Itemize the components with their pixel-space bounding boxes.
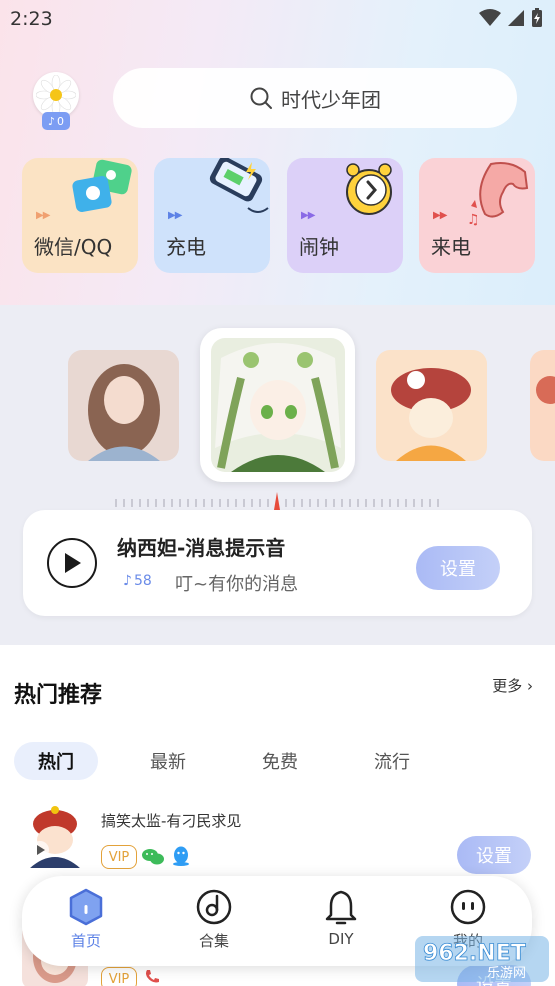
music-note-icon: ♪ [123, 573, 132, 589]
battery-icon [532, 8, 542, 27]
nav-label: 首页 [70, 932, 101, 950]
section-title: 热门推荐 [14, 683, 103, 708]
status-icons [479, 8, 543, 28]
nav-label: 合集 [198, 932, 229, 950]
cover-preview-image [530, 350, 555, 461]
wechat-icon [142, 849, 164, 865]
disc-icon [196, 889, 232, 925]
play-indicator-icon: ▶▶ [433, 210, 447, 221]
girl-portrait-image [68, 350, 179, 461]
tab-popular[interactable]: 流行 [352, 742, 432, 780]
wifi-icon [479, 9, 501, 26]
category-charging[interactable]: ▶▶ 充电 [154, 158, 270, 273]
set-ringtone-button[interactable]: 设置 [416, 546, 500, 590]
search-icon [250, 87, 272, 109]
vip-badge: VIP [101, 845, 137, 869]
phone-charging-icon [209, 158, 269, 213]
nav-item-collection[interactable]: 合集 [174, 888, 254, 958]
play-count: ♪ 58 [123, 573, 152, 589]
daisy-icon [36, 75, 76, 115]
status-time: 2:23 [10, 8, 53, 30]
play-overlay-icon [31, 841, 49, 859]
tab-hot[interactable]: 热门 [14, 742, 98, 780]
bell-icon [325, 890, 357, 925]
play-icon [65, 553, 81, 573]
play-count-value: 58 [133, 573, 152, 589]
carousel-pointer-icon [274, 492, 280, 510]
tab-latest[interactable]: 最新 [128, 742, 208, 780]
more-label: 更多 [492, 677, 523, 695]
cover-item-right[interactable] [376, 350, 487, 461]
eunuch-thumbnail [22, 802, 88, 868]
signal-icon [508, 10, 524, 26]
category-incoming-call[interactable]: ♫ ▶▶ 来电 [419, 158, 535, 273]
vip-badge: VIP [101, 967, 137, 986]
chevron-right-icon: › [527, 677, 533, 695]
now-playing-card: 纳西妲-消息提示音 ♪ 58 叮~有你的消息 设置 [23, 510, 532, 616]
nav-label: DIY [328, 930, 354, 948]
search-bar[interactable]: 时代少年团 [113, 68, 517, 128]
site-watermark-logo: 962.NET 乐游网 [415, 936, 549, 982]
alarm-clock-icon [346, 163, 392, 215]
play-indicator-icon: ▶▶ [168, 210, 182, 221]
play-indicator-icon: ▶▶ [301, 210, 315, 221]
list-item[interactable]: 搞笑太监-有刁民求见 VIP 设置 [0, 800, 555, 880]
more-link[interactable]: 更多 › [492, 675, 533, 696]
category-alarm[interactable]: ▶▶ 闹钟 [287, 158, 403, 273]
smiley-icon [450, 889, 486, 925]
play-button[interactable] [47, 538, 97, 588]
status-bar: 2:23 [0, 0, 555, 40]
avatar-badge-count: 0 [57, 114, 65, 128]
svg-text:962.NET: 962.NET [423, 941, 526, 966]
telephone-icon: ♫ [467, 162, 529, 228]
search-placeholder: 时代少年团 [281, 87, 381, 112]
now-playing-title: 纳西妲-消息提示音 [117, 536, 286, 560]
svg-text:♫: ♫ [467, 212, 480, 228]
set-ringtone-button[interactable]: 设置 [457, 836, 531, 874]
cover-item-left[interactable] [68, 350, 179, 461]
cover-item-next[interactable] [530, 350, 555, 461]
category-label: 微信/QQ [34, 235, 113, 259]
chat-bubbles-icon [72, 159, 132, 212]
category-label: 充电 [166, 235, 206, 259]
nav-item-home[interactable]: 首页 [46, 888, 126, 958]
play-indicator-icon: ▶▶ [36, 210, 50, 221]
tab-free[interactable]: 免费 [240, 742, 320, 780]
category-label: 闹钟 [299, 235, 339, 259]
item-title: 搞笑太监-有刁民求见 [101, 812, 242, 830]
home-icon [69, 888, 103, 926]
nav-item-diy[interactable]: DIY [301, 888, 381, 958]
qq-icon [173, 846, 189, 866]
music-note-icon: ♪ [47, 114, 56, 128]
svg-text:乐游网: 乐游网 [487, 966, 526, 981]
category-label: 来电 [431, 235, 471, 259]
now-playing-description: 叮~有你的消息 [175, 574, 299, 595]
phone-icon [146, 970, 159, 983]
avatar-badge: ♪ 0 [42, 112, 70, 130]
category-wechat-qq[interactable]: ▶▶ 微信/QQ [22, 158, 138, 273]
klee-cover-image [376, 350, 487, 461]
nahida-cover-image [210, 338, 345, 472]
cover-item-selected[interactable] [200, 328, 355, 482]
